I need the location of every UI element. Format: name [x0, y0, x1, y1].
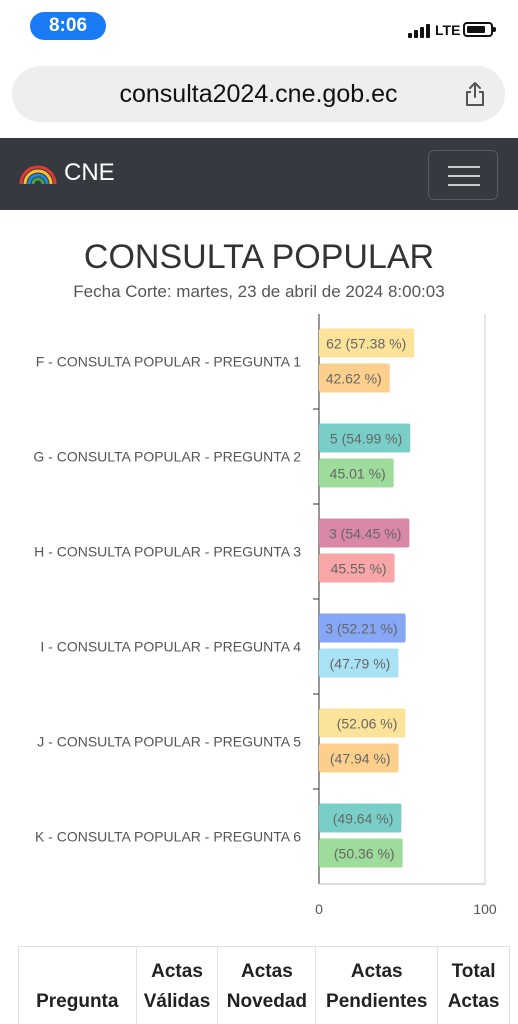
address-bar[interactable]: consulta2024.cne.gob.ec	[12, 66, 505, 122]
bar-data-label: (49.64 %)	[333, 811, 394, 827]
page-subtitle: Fecha Corte: martes, 23 de abril de 2024…	[73, 282, 445, 301]
hamburger-icon	[448, 166, 480, 168]
category-label: I - CONSULTA POPULAR - PREGUNTA 4	[40, 639, 301, 655]
table-header-row: Pregunta Actas Válidas Actas Novedad Actas…	[18, 946, 510, 1024]
navbar-brand[interactable]: CNE	[64, 159, 115, 187]
cne-logo-icon[interactable]	[18, 162, 58, 188]
category-label: J - CONSULTA POPULAR - PREGUNTA 5	[37, 734, 301, 750]
header-actas-pendientes: Actas Pendientes	[315, 946, 439, 1024]
bar-data-label: (50.36 %)	[334, 846, 395, 862]
bar-data-label: 62 (57.38 %)	[326, 336, 406, 352]
x-tick-label: 0	[315, 901, 323, 917]
bar-data-label: (47.79 %)	[330, 656, 391, 672]
navbar: CNE	[0, 138, 518, 210]
bar-data-label: 45.55 %)	[331, 561, 387, 577]
bar-data-label: 42.62 %)	[326, 371, 382, 387]
status-bar: 8:06 LTE	[0, 0, 518, 54]
share-icon[interactable]	[463, 81, 487, 107]
bar-data-label: 5 (54.99 %)	[330, 431, 402, 447]
x-tick-label: 100	[473, 901, 497, 917]
status-time: 8:06	[30, 12, 106, 40]
header-total-actas: Total Actas	[437, 946, 510, 1024]
header-actas-novedad: Actas Novedad	[217, 946, 317, 1024]
page-title: CONSULTA POPULAR	[83, 238, 435, 276]
results-table: Pregunta Actas Válidas Actas Novedad Actas…	[18, 946, 510, 1024]
header-actas-validas: Actas Válidas	[135, 946, 219, 1024]
results-bar-chart: F - CONSULTA POPULAR - PREGUNTA 1 62 (57.…	[33, 314, 497, 917]
signal-strength-icon	[408, 22, 432, 38]
bar-data-label: 3 (54.45 %)	[329, 526, 401, 542]
category-label: F - CONSULTA POPULAR - PREGUNTA 1	[36, 354, 301, 370]
bar-data-label: 3 (52.21 %)	[325, 621, 397, 637]
bar-data-label: (47.94 %)	[330, 751, 391, 767]
category-label: K - CONSULTA POPULAR - PREGUNTA 6	[35, 829, 301, 845]
header-pregunta: Pregunta	[18, 946, 137, 1024]
category-label: H - CONSULTA POPULAR - PREGUNTA 3	[34, 544, 301, 560]
url-text[interactable]: consulta2024.cne.gob.ec	[12, 80, 505, 109]
network-type: LTE	[435, 22, 461, 38]
menu-toggle-button[interactable]	[428, 150, 498, 200]
bar-data-label: 45.01 %)	[330, 466, 386, 482]
bar-data-label: (52.06 %)	[337, 716, 398, 732]
battery-icon	[463, 22, 496, 37]
category-label: G - CONSULTA POPULAR - PREGUNTA 2	[33, 449, 301, 465]
